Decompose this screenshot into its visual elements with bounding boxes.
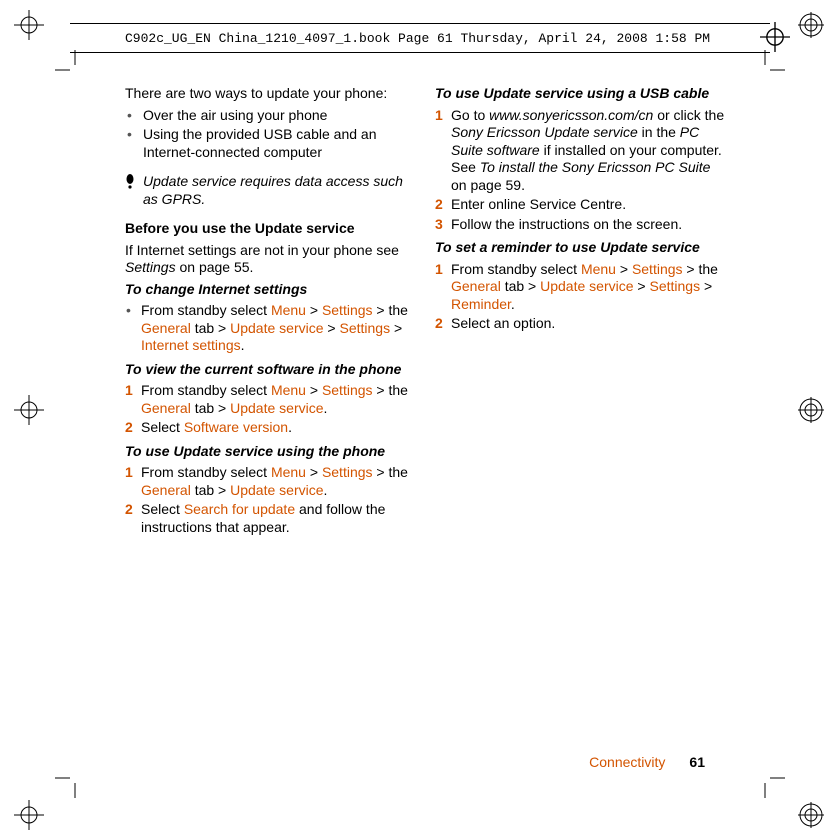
reg-mark-icon (796, 395, 826, 425)
reminder-heading: To set a reminder to use Update service (435, 239, 725, 257)
list-item: Over the air using your phone (125, 107, 415, 125)
update-methods-list: Over the air using your phone Using the … (125, 107, 415, 162)
view-software-heading: To view the current software in the phon… (125, 361, 415, 379)
change-internet-heading: To change Internet settings (125, 281, 415, 299)
list-item: 3Follow the instructions on the screen. (435, 216, 725, 234)
reg-mark-icon (796, 10, 826, 40)
list-item: 1Go to www.sonyericsson.com/cn or click … (435, 107, 725, 195)
reg-mark-icon (796, 800, 826, 830)
reg-mark-icon (14, 395, 44, 425)
use-usb-steps: 1Go to www.sonyericsson.com/cn or click … (435, 107, 725, 234)
list-item: 1From standby select Menu > Settings > t… (125, 464, 415, 499)
crop-mark-icon (745, 758, 785, 798)
view-software-steps: 1From standby select Menu > Settings > t… (125, 382, 415, 437)
change-internet-step: From standby select Menu > Settings > th… (125, 302, 415, 355)
use-phone-steps: 1From standby select Menu > Settings > t… (125, 464, 415, 536)
page-content: There are two ways to update your phone:… (125, 85, 725, 565)
before-text: If Internet settings are not in your pho… (125, 242, 415, 277)
reminder-steps: 1From standby select Menu > Settings > t… (435, 261, 725, 333)
reg-mark-icon (14, 10, 44, 40)
footer-section: Connectivity (589, 754, 665, 770)
list-item: From standby select Menu > Settings > th… (125, 302, 415, 355)
crop-mark-icon (55, 758, 95, 798)
use-phone-heading: To use Update service using the phone (125, 443, 415, 461)
note-text: Update service requires data access such… (143, 173, 415, 208)
page-header-stamp: C902c_UG_EN China_1210_4097_1.book Page … (70, 23, 770, 53)
list-item: 1From standby select Menu > Settings > t… (435, 261, 725, 314)
note-block: Update service requires data access such… (125, 173, 415, 208)
intro-text: There are two ways to update your phone: (125, 85, 415, 103)
reg-mark-icon (14, 800, 44, 830)
list-item: Using the provided USB cable and an Inte… (125, 126, 415, 161)
use-usb-heading: To use Update service using a USB cable (435, 85, 725, 103)
list-item: 2Select Software version. (125, 419, 415, 437)
before-heading: Before you use the Update service (125, 220, 415, 238)
footer-page-number: 61 (689, 754, 705, 770)
crop-mark-icon (55, 50, 95, 90)
list-item: 2Enter online Service Centre. (435, 196, 725, 214)
list-item: 1From standby select Menu > Settings > t… (125, 382, 415, 417)
info-icon (125, 173, 135, 194)
header-stamp-text: C902c_UG_EN China_1210_4097_1.book Page … (125, 31, 710, 46)
page-footer: Connectivity 61 (589, 754, 705, 770)
crop-mark-icon (745, 50, 785, 90)
list-item: 2Select an option. (435, 315, 725, 333)
list-item: 2Select Search for update and follow the… (125, 501, 415, 536)
